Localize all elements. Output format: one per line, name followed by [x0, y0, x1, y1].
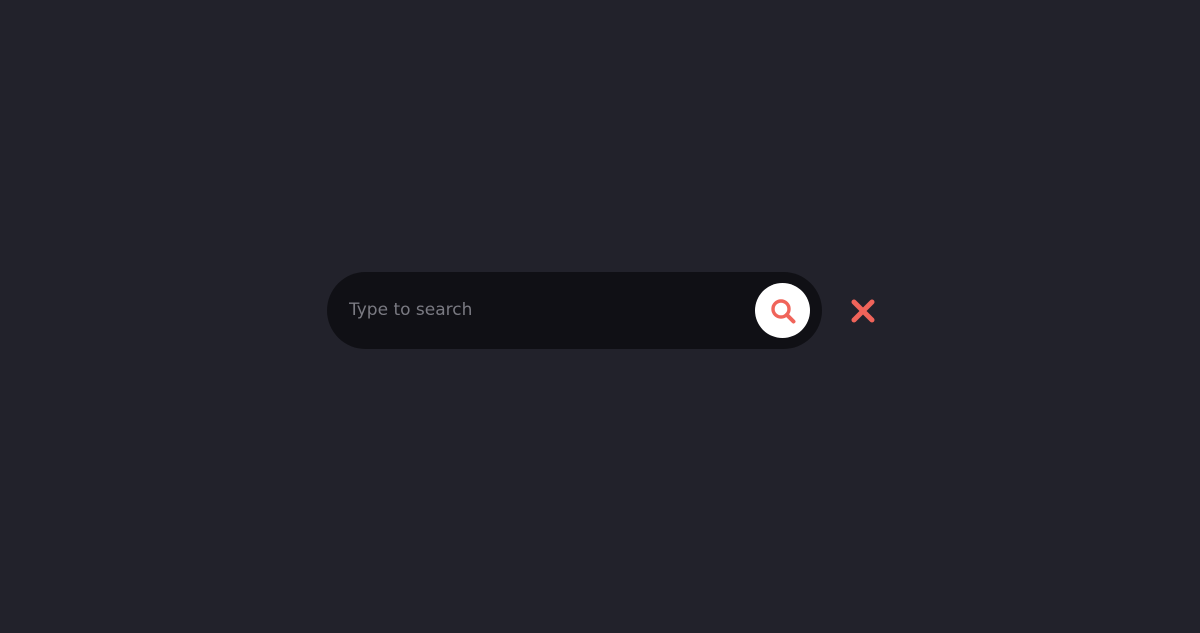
close-icon — [850, 298, 876, 324]
search-icon — [769, 297, 797, 325]
page — [0, 0, 1200, 633]
search-input[interactable] — [349, 292, 749, 328]
search-bar — [327, 272, 822, 349]
close-button[interactable] — [845, 296, 881, 326]
search-button[interactable] — [755, 283, 810, 338]
